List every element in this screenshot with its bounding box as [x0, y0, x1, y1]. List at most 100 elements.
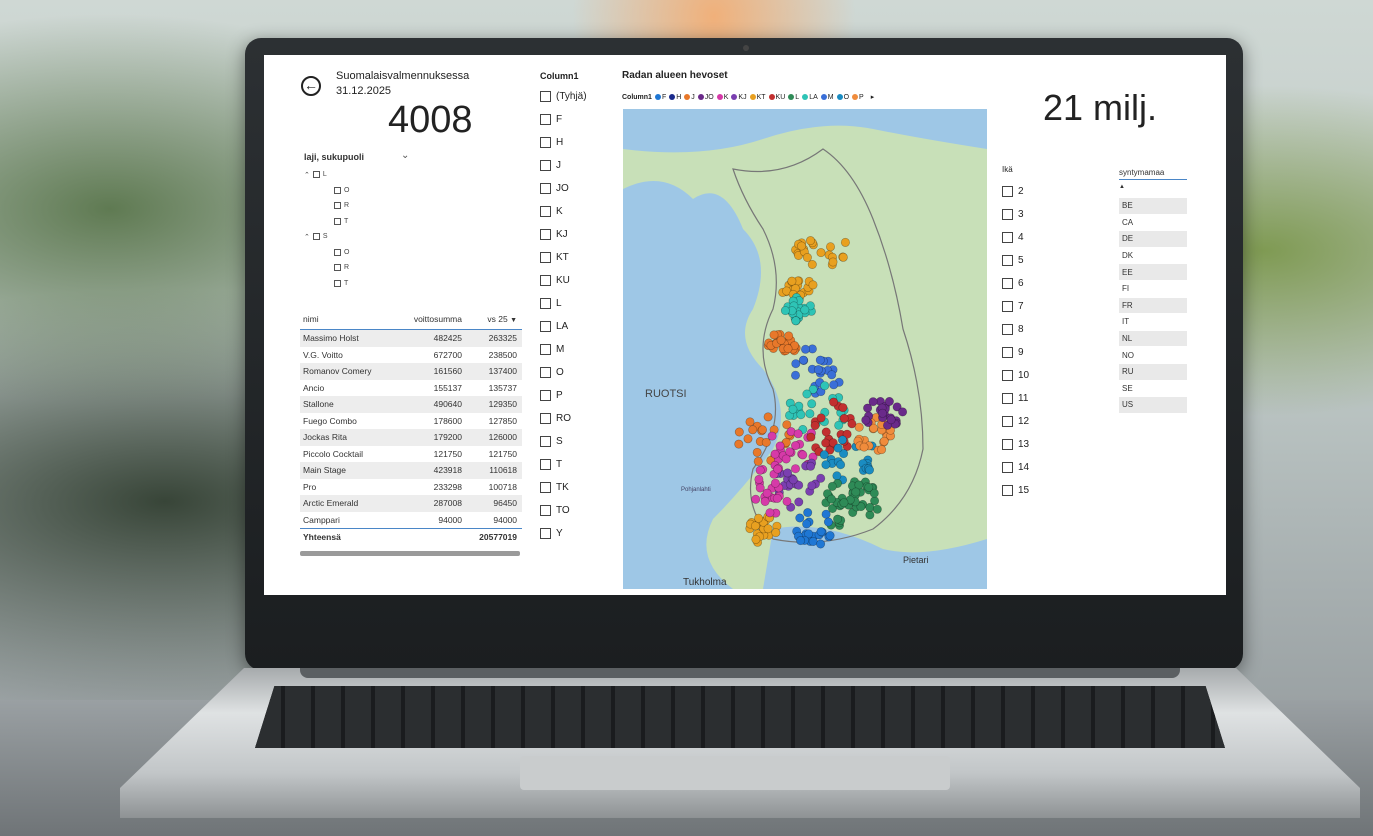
tree-child[interactable]: O	[304, 183, 349, 199]
map-point[interactable]	[839, 498, 849, 508]
checkbox[interactable]	[540, 528, 551, 539]
checkbox[interactable]	[540, 344, 551, 355]
map-point[interactable]	[781, 454, 791, 464]
map-point[interactable]	[770, 478, 780, 488]
checkbox[interactable]	[1002, 439, 1013, 450]
map-point[interactable]	[780, 306, 790, 316]
country-slicer-title[interactable]: syntymamaa	[1119, 168, 1187, 180]
map-point[interactable]	[783, 344, 793, 354]
checkbox[interactable]	[540, 505, 551, 516]
map-point[interactable]	[840, 237, 850, 247]
checkbox[interactable]	[1002, 416, 1013, 427]
column1-option[interactable]: KJ	[540, 223, 587, 246]
map-point[interactable]	[754, 513, 764, 523]
column1-option[interactable]: JO	[540, 177, 587, 200]
map-point[interactable]	[773, 464, 783, 474]
map-point[interactable]	[865, 510, 875, 520]
map-point[interactable]	[754, 474, 764, 484]
checkbox[interactable]	[1002, 209, 1013, 220]
map-point[interactable]	[820, 381, 830, 391]
map-point[interactable]	[802, 519, 812, 529]
map-point[interactable]	[796, 410, 806, 420]
table-horizontal-scrollbar[interactable]	[300, 551, 520, 556]
checkbox[interactable]	[1002, 485, 1013, 496]
col-header-name[interactable]: nimi	[300, 314, 400, 324]
map-point[interactable]	[806, 461, 816, 471]
country-option[interactable]: NO	[1119, 347, 1187, 364]
map-point[interactable]	[826, 242, 836, 252]
map-point[interactable]	[879, 436, 889, 446]
map-point[interactable]	[816, 539, 826, 549]
legend-next-icon[interactable]: ▸	[871, 93, 875, 101]
country-option[interactable]: DK	[1119, 248, 1187, 265]
map-point[interactable]	[868, 397, 878, 407]
map-point[interactable]	[775, 441, 785, 451]
checkbox[interactable]	[334, 248, 341, 256]
map-point[interactable]	[821, 427, 831, 437]
checkbox[interactable]	[1002, 186, 1013, 197]
map-point[interactable]	[821, 509, 831, 519]
map-point[interactable]	[886, 415, 896, 425]
map-point[interactable]	[810, 420, 820, 430]
table-row[interactable]: Romanov Comery 161560 137400	[300, 363, 522, 380]
map-point[interactable]	[854, 422, 864, 432]
checkbox[interactable]	[334, 279, 341, 287]
tree-child[interactable]: R	[304, 198, 349, 214]
map-point[interactable]	[838, 403, 848, 413]
checkbox[interactable]	[334, 202, 341, 210]
table-row[interactable]: Massimo Holst 482425 263325	[300, 330, 522, 347]
map-point[interactable]	[816, 413, 826, 423]
checkbox[interactable]	[540, 321, 551, 332]
checkbox[interactable]	[540, 229, 551, 240]
age-option[interactable]: 13	[1002, 433, 1029, 456]
age-option[interactable]: 12	[1002, 410, 1029, 433]
age-option[interactable]: 3	[1002, 203, 1029, 226]
column1-option[interactable]: TO	[540, 499, 587, 522]
map-point[interactable]	[825, 531, 835, 541]
tree-child[interactable]: R	[304, 260, 349, 276]
age-option[interactable]: 7	[1002, 295, 1029, 318]
map-point[interactable]	[821, 438, 831, 448]
map-point[interactable]	[798, 450, 808, 460]
map-visual[interactable]: RUOTSI Pohjanlahti Tukholma Pietari	[623, 109, 987, 589]
map-point[interactable]	[796, 536, 806, 546]
map-point[interactable]	[815, 355, 825, 365]
column1-option[interactable]: J	[540, 154, 587, 177]
map-point[interactable]	[872, 504, 882, 514]
column1-option[interactable]: LA	[540, 315, 587, 338]
legend-entry[interactable]: M	[820, 94, 834, 101]
table-row[interactable]: Ancio 155137 135737	[300, 380, 522, 397]
map-point[interactable]	[788, 404, 798, 414]
checkbox[interactable]	[540, 367, 551, 378]
checkbox[interactable]	[540, 206, 551, 217]
table-row[interactable]: Camppari 94000 94000	[300, 512, 522, 529]
table-row[interactable]: Stallone 490640 129350	[300, 396, 522, 413]
age-option[interactable]: 11	[1002, 387, 1029, 410]
map-point[interactable]	[816, 527, 826, 537]
country-option[interactable]: DE	[1119, 231, 1187, 248]
map-point[interactable]	[793, 429, 803, 439]
checkbox[interactable]	[1002, 462, 1013, 473]
legend-entry[interactable]: O	[836, 94, 849, 101]
age-option[interactable]: 6	[1002, 272, 1029, 295]
country-option[interactable]: EE	[1119, 264, 1187, 281]
map-point[interactable]	[827, 481, 837, 491]
map-point[interactable]	[765, 508, 775, 518]
map-point[interactable]	[791, 316, 801, 326]
age-option[interactable]: 5	[1002, 249, 1029, 272]
map-point[interactable]	[859, 442, 869, 452]
column1-option[interactable]: L	[540, 292, 587, 315]
checkbox[interactable]	[312, 171, 320, 179]
table-row[interactable]: Pro 233298 100718	[300, 479, 522, 496]
checkbox[interactable]	[540, 91, 551, 102]
column1-option[interactable]: Y	[540, 522, 587, 545]
map-point[interactable]	[829, 397, 839, 407]
legend-entry[interactable]: KT	[749, 94, 766, 101]
checkbox[interactable]	[540, 137, 551, 148]
checkbox[interactable]	[540, 482, 551, 493]
table-row[interactable]: Jockas Rita 179200 126000	[300, 429, 522, 446]
legend-entry[interactable]: LA	[802, 94, 818, 101]
checkbox[interactable]	[540, 160, 551, 171]
map-point[interactable]	[834, 420, 844, 430]
map-point[interactable]	[821, 460, 831, 470]
